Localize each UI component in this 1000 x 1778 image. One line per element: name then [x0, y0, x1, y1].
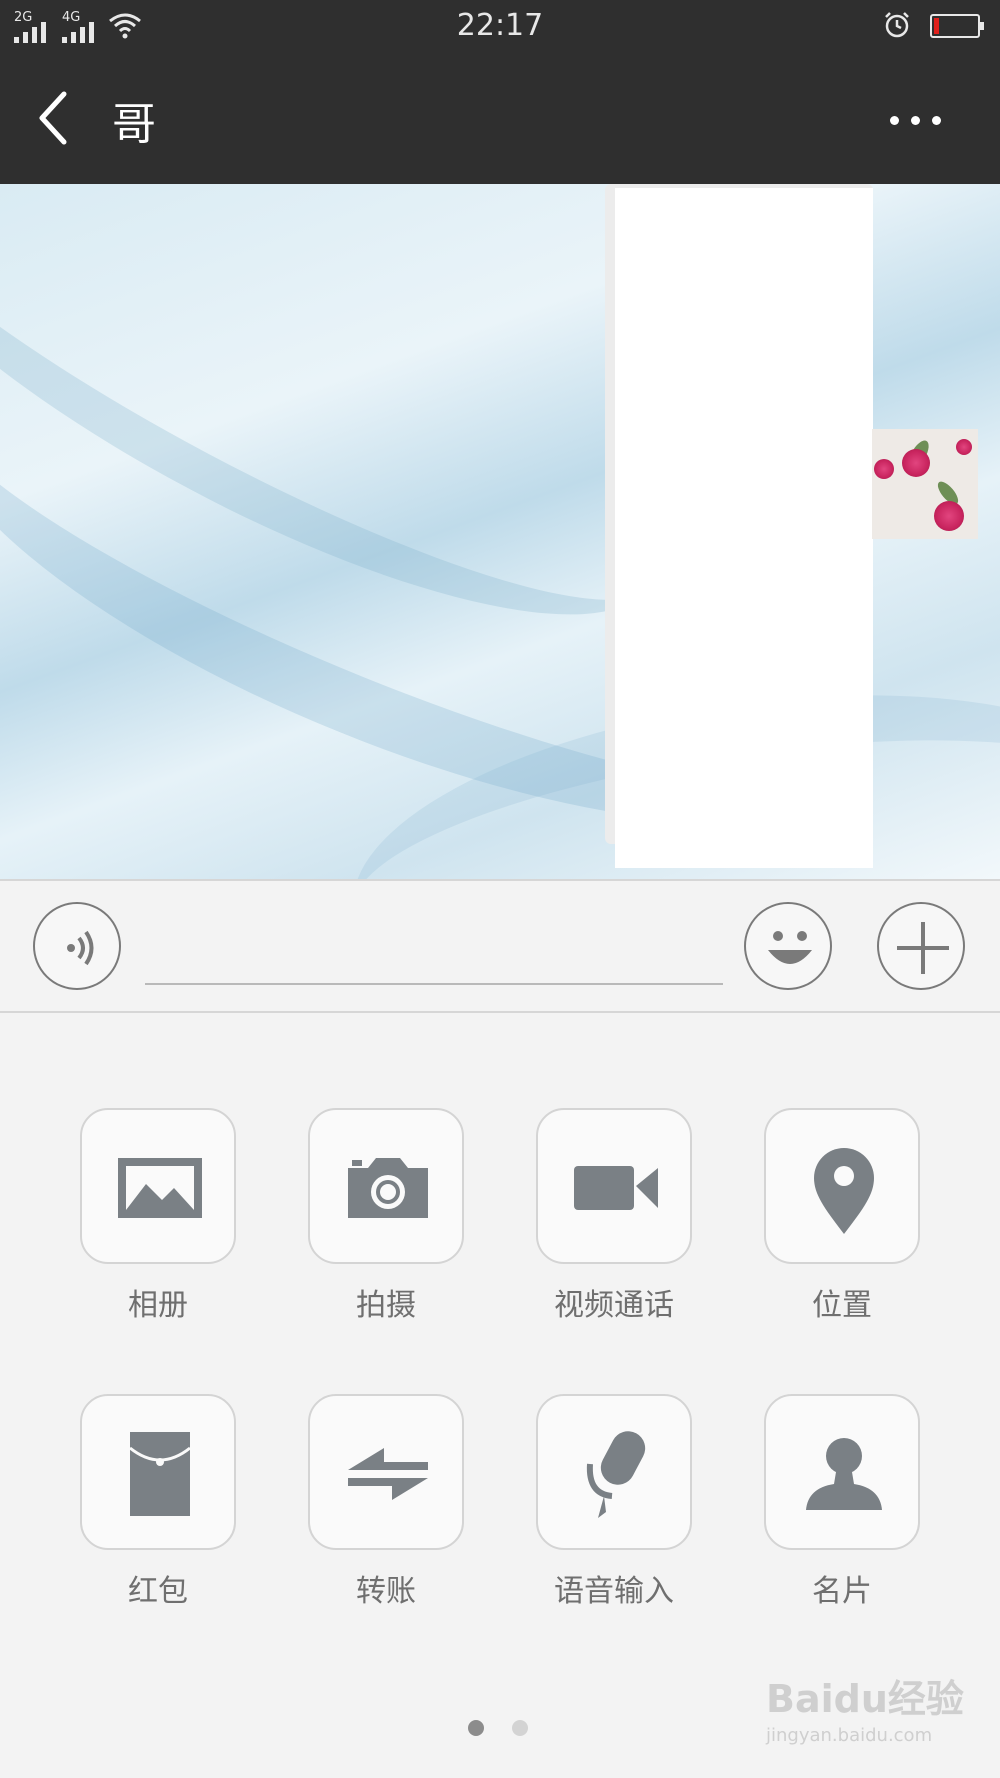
transfer-label: 转账	[356, 1574, 416, 1609]
emoji-button[interactable]	[744, 902, 832, 990]
camera-button[interactable]: 拍摄	[308, 1108, 464, 1324]
contact-card-label: 名片	[812, 1574, 872, 1609]
message-input-bar	[0, 879, 1000, 1013]
plus-icon	[897, 922, 949, 974]
video-call-button[interactable]: 视频通话	[536, 1108, 692, 1324]
alarm-icon	[885, 12, 909, 38]
avatar[interactable]	[872, 429, 978, 539]
red-packet-label: 红包	[128, 1574, 188, 1609]
voice-icon	[67, 930, 94, 966]
watermark-url: jingyan.baidu.com	[766, 1725, 933, 1746]
contact-card-button[interactable]: 名片	[764, 1394, 920, 1610]
status-bar: 2G 4G 22:17	[0, 0, 1000, 52]
watermark-brand: Baidu经验	[766, 1677, 964, 1721]
page-dot-2[interactable]	[512, 1720, 528, 1736]
voice-input-button[interactable]: 语音输入	[536, 1394, 692, 1610]
camera-label: 拍摄	[356, 1288, 416, 1323]
camera-icon	[348, 1158, 428, 1218]
message-bubble[interactable]	[615, 188, 873, 868]
more-dots-icon[interactable]	[890, 110, 950, 130]
location-button[interactable]: 位置	[764, 1108, 920, 1324]
chevron-left-icon[interactable]	[30, 88, 80, 148]
baidu-watermark: Baidu经验 jingyan.baidu.com	[766, 1668, 966, 1758]
video-call-icon	[574, 1166, 658, 1210]
page-indicator	[468, 1720, 528, 1736]
location-icon	[814, 1148, 874, 1234]
plus-button[interactable]	[877, 902, 965, 990]
chat-title: 哥	[112, 99, 156, 150]
video-call-label: 视频通话	[554, 1288, 674, 1323]
red-packet-icon	[129, 1432, 191, 1516]
chat-header: 哥	[0, 52, 1000, 184]
album-button[interactable]: 相册	[80, 1108, 236, 1324]
contact-card-icon	[806, 1438, 882, 1510]
page-dot-1[interactable]	[468, 1720, 484, 1736]
red-packet-button[interactable]: 红包	[80, 1394, 236, 1610]
location-label: 位置	[812, 1288, 872, 1323]
clock-time: 22:17	[456, 8, 544, 43]
voice-button[interactable]	[33, 902, 121, 990]
chat-message-area[interactable]	[0, 184, 1000, 879]
message-text-input[interactable]	[145, 909, 723, 985]
battery-low-icon	[930, 14, 984, 38]
album-label: 相册	[128, 1288, 188, 1323]
voice-input-label: 语音输入	[554, 1574, 674, 1609]
emoji-icon	[768, 931, 812, 964]
transfer-icon	[348, 1448, 428, 1500]
album-icon	[118, 1158, 202, 1218]
transfer-button[interactable]: 转账	[308, 1394, 464, 1610]
microphone-icon	[586, 1431, 646, 1518]
